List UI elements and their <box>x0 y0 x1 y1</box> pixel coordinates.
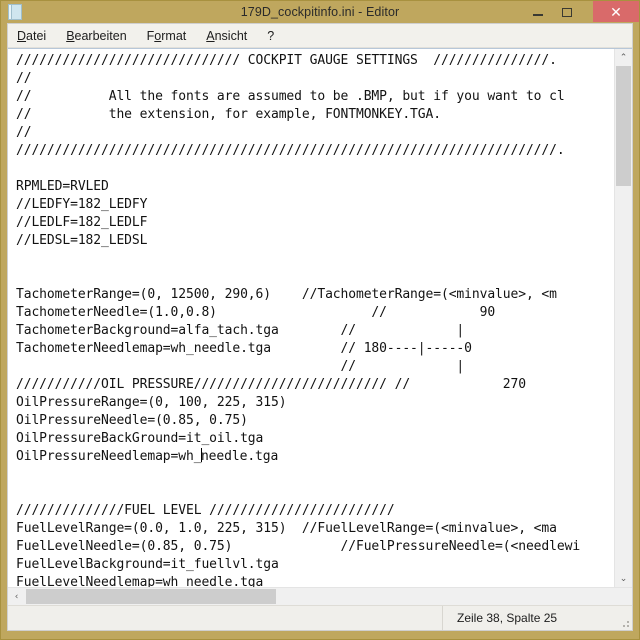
code-line: FuelLevelRange=(0.0, 1.0, 225, 315) //Fu… <box>16 521 557 536</box>
code-line: //////////////FUEL LEVEL ///////////////… <box>16 503 395 518</box>
code-line: //LEDLF=182_LEDLF <box>16 215 148 230</box>
code-line: OilPressureBackGround=it_oil.tga <box>16 431 264 446</box>
code-line: // the extension, for example, FONTMONKE… <box>16 107 441 122</box>
code-line: ////////////////////////////////////////… <box>16 143 565 158</box>
close-icon: ✕ <box>610 3 622 20</box>
close-button[interactable]: ✕ <box>593 1 639 22</box>
code-line: // <box>16 125 32 140</box>
status-bar: Zeile 38, Spalte 25 <box>8 605 632 630</box>
title-bar[interactable]: 179D_cockpitinfo.ini - Editor ✕ <box>1 1 639 23</box>
minimize-icon <box>532 14 543 16</box>
menu-item-help[interactable]: ? <box>267 29 274 43</box>
menu-item-bearbeiten[interactable]: Bearbeiten <box>66 29 126 43</box>
scroll-down-icon[interactable]: ⌄ <box>615 570 632 587</box>
menu-item-datei[interactable]: Datei <box>17 29 46 43</box>
code-line: // | <box>16 359 465 374</box>
code-line: TachometerNeedlemap=wh_needle.tga // 180… <box>16 341 472 356</box>
vertical-scrollbar[interactable]: ⌃ ⌄ <box>614 49 632 587</box>
vertical-scroll-thumb[interactable] <box>616 66 631 186</box>
resize-grip-icon[interactable] <box>619 617 629 627</box>
menu-item-format[interactable]: Format <box>147 29 187 43</box>
code-line: TachometerBackground=alfa_tach.tga // | <box>16 323 465 338</box>
code-line: FuelLevelNeedlemap=wh_needle.tga <box>16 575 264 587</box>
menu-item-ansicht[interactable]: Ansicht <box>206 29 247 43</box>
code-line: FuelLevelNeedle=(0.85, 0.75) //FuelPress… <box>16 539 581 554</box>
status-cursor-position: Zeile 38, Spalte 25 <box>442 606 632 630</box>
menu-bar: Datei Bearbeiten Format Ansicht ? <box>8 24 632 48</box>
scroll-left-icon[interactable]: ‹ <box>8 588 25 605</box>
text-editor[interactable]: ///////////////////////////// COCKPIT GA… <box>8 49 614 587</box>
code-line: // <box>16 71 32 86</box>
horizontal-scroll-thumb[interactable] <box>26 589 276 604</box>
code-line: OilPressureRange=(0, 100, 225, 315) <box>16 395 287 410</box>
editor-region: ///////////////////////////// COCKPIT GA… <box>8 48 632 587</box>
code-line: TachometerRange=(0, 12500, 290,6) //Tach… <box>16 287 557 302</box>
code-line-with-caret: OilPressureNeedlemap=wh_needle.tga <box>16 448 279 464</box>
notepad-document-icon <box>8 4 22 20</box>
code-line: // All the fonts are assumed to be .BMP,… <box>16 89 565 104</box>
code-line: FuelLevelBackground=it_fuellvl.tga <box>16 557 279 572</box>
code-line: RPMLED=RVLED <box>16 179 109 194</box>
notepad-window: 179D_cockpitinfo.ini - Editor ✕ Datei Be… <box>0 0 640 640</box>
code-line: //LEDFY=182_LEDFY <box>16 197 148 212</box>
minimize-button[interactable] <box>523 1 552 23</box>
maximize-button[interactable] <box>552 1 581 23</box>
scroll-up-icon[interactable]: ⌃ <box>615 49 632 66</box>
horizontal-scrollbar[interactable]: ‹ <box>8 587 632 605</box>
code-line: ///////////////////////////// COCKPIT GA… <box>16 53 557 68</box>
code-line: ///////////OIL PRESSURE/////////////////… <box>16 377 526 392</box>
client-area: Datei Bearbeiten Format Ansicht ? //////… <box>7 23 633 631</box>
code-line: TachometerNeedle=(1.0,0.8) // 90 <box>16 305 496 320</box>
code-line: //LEDSL=182_LEDSL <box>16 233 148 248</box>
code-line: OilPressureNeedle=(0.85, 0.75) <box>16 413 248 428</box>
maximize-icon <box>561 7 572 17</box>
